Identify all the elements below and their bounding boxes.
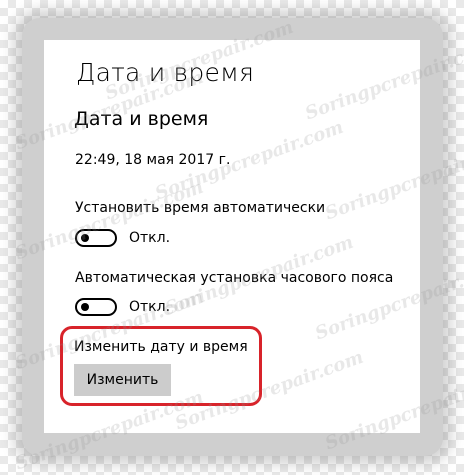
auto-time-state: Откл. xyxy=(129,230,171,246)
change-datetime-label: Изменить дату и время xyxy=(74,339,248,355)
auto-timezone-label: Автоматическая установка часового пояса xyxy=(75,270,394,286)
auto-timezone-toggle[interactable] xyxy=(75,298,117,316)
toggle-knob xyxy=(81,234,89,242)
change-datetime-button[interactable]: Изменить xyxy=(74,364,171,396)
auto-timezone-state: Откл. xyxy=(129,299,171,315)
settings-panel: Дата и время Дата и время 22:49, 18 мая … xyxy=(44,40,420,433)
auto-time-row: Откл. xyxy=(75,227,170,249)
auto-time-toggle[interactable] xyxy=(75,229,117,247)
auto-time-label: Установить время автоматически xyxy=(75,200,326,216)
page-title: Дата и время xyxy=(76,58,255,87)
toggle-knob xyxy=(81,303,89,311)
section-title: Дата и время xyxy=(74,108,209,130)
current-datetime: 22:49, 18 мая 2017 г. xyxy=(75,152,231,168)
auto-timezone-row: Откл. xyxy=(75,296,170,318)
